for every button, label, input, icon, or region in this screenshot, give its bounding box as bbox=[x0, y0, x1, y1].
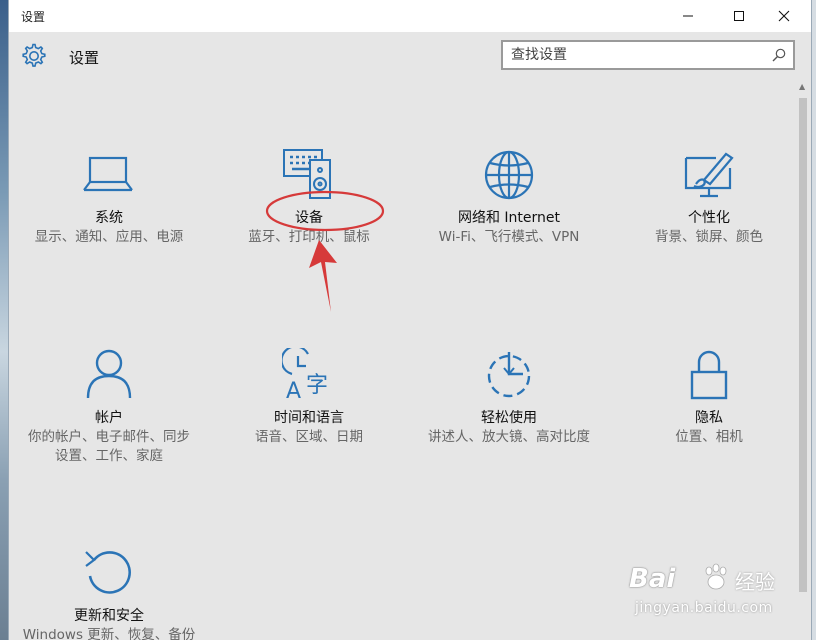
paw-icon bbox=[705, 563, 727, 590]
watermark-url: jingyan.baidu.com bbox=[635, 600, 773, 616]
baidu-watermark: Bai 经验 jingyan.baidu.com bbox=[621, 560, 781, 630]
watermark-brand: Bai bbox=[629, 564, 676, 594]
red-arrow-icon bbox=[309, 240, 337, 312]
settings-window: 设置 设置 ▲ bbox=[8, 0, 812, 640]
watermark-cn: 经验 bbox=[735, 570, 775, 594]
highlight-ellipse bbox=[265, 190, 385, 232]
desktop-background-right bbox=[812, 0, 816, 640]
annotation-overlay bbox=[265, 190, 385, 312]
